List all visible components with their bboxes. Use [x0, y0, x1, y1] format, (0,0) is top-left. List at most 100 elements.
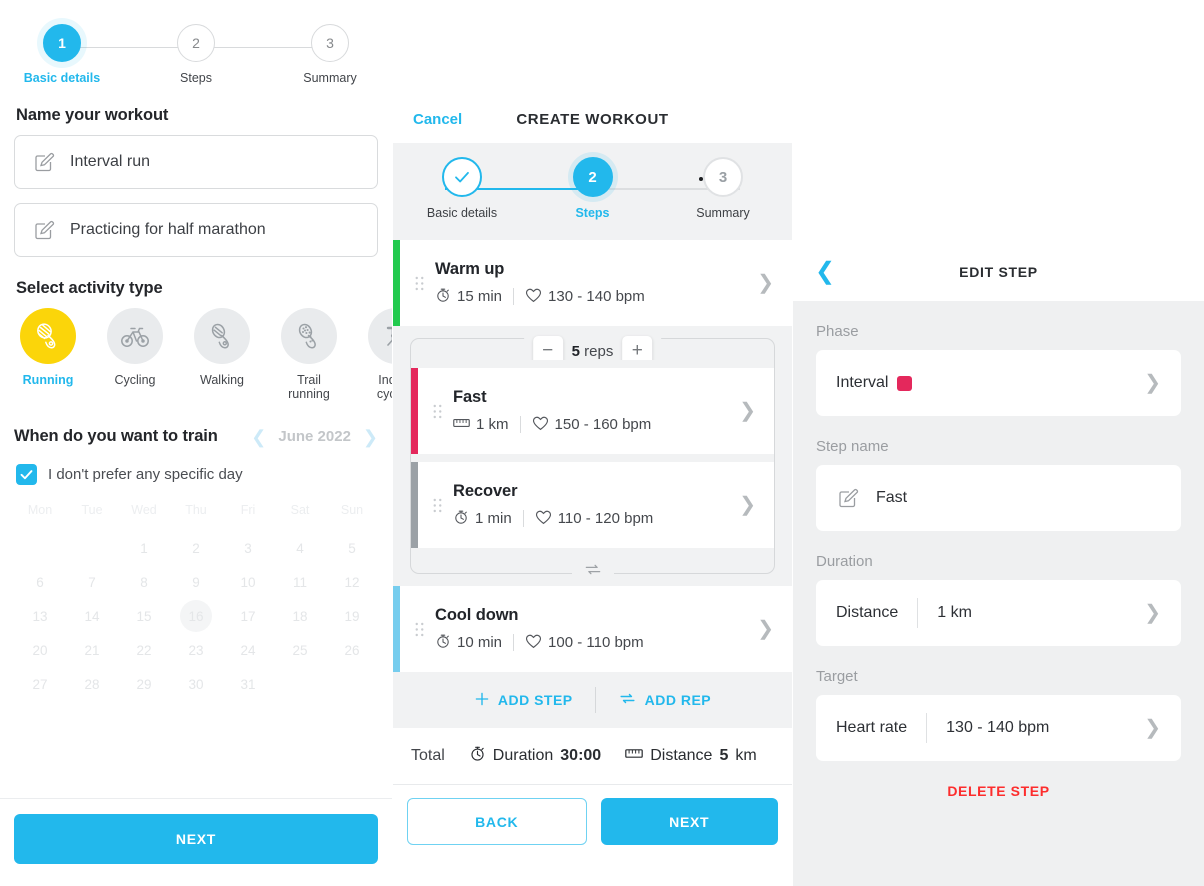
calendar-day[interactable]: 18	[274, 599, 326, 633]
step-row-fast[interactable]: Fast 1 km 150 - 160 bpm ❯	[411, 368, 774, 454]
chevron-right-icon[interactable]: ❯	[1144, 373, 1161, 393]
calendar-day[interactable]: 26	[326, 633, 378, 667]
drag-handle-icon[interactable]	[403, 621, 435, 638]
rep-group-outline-bottom	[410, 548, 775, 582]
step-duration-value: 10 min	[457, 634, 503, 651]
activity-running[interactable]: Running	[16, 308, 80, 401]
chevron-right-icon[interactable]: ❯	[1144, 718, 1161, 738]
workout-description-input[interactable]: Practicing for half marathon	[14, 203, 378, 257]
calendar-day[interactable]: 10	[222, 565, 274, 599]
delete-step-button[interactable]: DELETE STEP	[816, 783, 1181, 799]
stepper-step-basic-details[interactable]: Basic details	[412, 157, 512, 220]
stepper-step-steps[interactable]: 2 Steps	[543, 157, 643, 220]
calendar-day[interactable]: 31	[222, 667, 274, 701]
heart-icon	[525, 287, 542, 307]
calendar-day[interactable]: 8	[118, 565, 170, 599]
chevron-right-icon[interactable]: ❯	[739, 495, 756, 515]
total-label: Total	[411, 747, 445, 764]
calendar-day[interactable]: 2	[170, 531, 222, 565]
stepper-step-summary[interactable]: 3 Summary	[280, 24, 380, 85]
calendar-day[interactable]: 4	[274, 531, 326, 565]
target-label: Target	[816, 668, 858, 685]
step-row-recover[interactable]: Recover 1 min 110 - 120 bpm ❯	[411, 462, 774, 548]
step-row-cool-down[interactable]: Cool down 10 min 100 - 110 bpm ❯	[393, 586, 792, 672]
edit-step-header: ❮ EDIT STEP	[793, 243, 1204, 301]
calendar-day[interactable]: 1	[118, 531, 170, 565]
calendar-day[interactable]: 27	[14, 667, 66, 701]
heart-icon	[532, 415, 549, 435]
activity-walking[interactable]: Walking	[190, 308, 254, 401]
stepper-label-2: Steps	[180, 71, 212, 85]
chevron-right-icon[interactable]: ❯	[757, 273, 774, 293]
chevron-right-icon[interactable]: ❯	[757, 619, 774, 639]
calendar-day[interactable]: 6	[14, 565, 66, 599]
calendar-day[interactable]: 3	[222, 531, 274, 565]
stepper-step-summary[interactable]: 3 Summary	[673, 157, 773, 220]
calendar-day[interactable]: 19	[326, 599, 378, 633]
calendar-day[interactable]: 5	[326, 531, 378, 565]
calendar-day[interactable]: 15	[118, 599, 170, 633]
add-rep-button[interactable]: ADD REP	[596, 691, 734, 709]
cancel-button[interactable]: Cancel	[413, 111, 462, 128]
activity-trail-running[interactable]: Trail running	[277, 308, 341, 401]
phase-field[interactable]: Interval ❯	[816, 350, 1181, 416]
chevron-right-icon[interactable]: ❯	[363, 428, 378, 446]
drag-handle-icon[interactable]	[421, 403, 453, 420]
target-field[interactable]: Heart rate 130 - 140 bpm ❯	[816, 695, 1181, 761]
drag-handle-icon[interactable]	[403, 275, 435, 292]
calendar-day[interactable]: 11	[274, 565, 326, 599]
drag-handle-icon[interactable]	[421, 497, 453, 514]
stepper-step-steps[interactable]: 2 Steps	[146, 24, 246, 85]
no-day-preference-checkbox[interactable]	[16, 464, 37, 485]
calendar-day[interactable]: 12	[326, 565, 378, 599]
mid-panel-footer: BACK NEXT	[393, 784, 792, 867]
calendar-day[interactable]: 17	[222, 599, 274, 633]
calendar-dow: Sat	[290, 503, 310, 517]
next-button[interactable]: NEXT	[600, 798, 778, 845]
chevron-right-icon[interactable]: ❯	[739, 401, 756, 421]
add-step-button[interactable]: ADD STEP	[452, 691, 595, 710]
calendar-day[interactable]: 21	[66, 633, 118, 667]
calendar-day[interactable]: 13	[14, 599, 66, 633]
duration-field[interactable]: Distance 1 km ❯	[816, 580, 1181, 646]
total-distance-value: 5	[719, 747, 729, 764]
running-shoe-icon	[20, 308, 76, 364]
current-month-label: June 2022	[278, 428, 351, 445]
target-type: Heart rate	[836, 719, 908, 736]
calendar-day-number: 14	[84, 608, 100, 624]
calendar-day[interactable]: 30	[170, 667, 222, 701]
calendar-day-number: 3	[244, 540, 252, 556]
repeat-icon	[618, 691, 637, 709]
no-day-preference-row[interactable]: I don't prefer any specific day	[14, 464, 378, 485]
stepper-label-1: Basic details	[23, 71, 101, 85]
step-name-field[interactable]: Fast	[816, 465, 1181, 531]
phase-color-swatch	[897, 375, 913, 391]
left-wizard-stepper: 1 Basic details 2 Steps 3 Summary	[0, 0, 392, 96]
step-row-warm-up[interactable]: Warm up 15 min 130 - 140 bpm ❯	[393, 240, 792, 326]
calendar-day[interactable]: 25	[274, 633, 326, 667]
calendar-day[interactable]: 16	[170, 599, 222, 633]
stepper-circle-2: 2	[177, 24, 215, 62]
back-button[interactable]: BACK	[407, 798, 587, 845]
calendar-day[interactable]: 22	[118, 633, 170, 667]
chevron-left-icon[interactable]: ❮	[815, 260, 835, 284]
workout-name-input[interactable]: Interval run	[14, 135, 378, 189]
chevron-left-icon[interactable]: ❮	[251, 428, 266, 446]
activity-indoor-cycling[interactable]: Indoor cycling	[364, 308, 392, 401]
calendar-day[interactable]: 7	[66, 565, 118, 599]
calendar-day[interactable]: 14	[66, 599, 118, 633]
calendar-day[interactable]: 23	[170, 633, 222, 667]
rep-step-gap	[411, 454, 774, 462]
activity-label: Cycling	[114, 373, 156, 387]
stepper-step-basic-details[interactable]: 1 Basic details	[12, 24, 112, 85]
next-button[interactable]: NEXT	[14, 814, 378, 864]
calendar-day[interactable]: 20	[14, 633, 66, 667]
rep-group-footer	[393, 548, 792, 586]
activity-cycling[interactable]: Cycling	[103, 308, 167, 401]
calendar-day[interactable]: 28	[66, 667, 118, 701]
walking-shoe-icon	[194, 308, 250, 364]
chevron-right-icon[interactable]: ❯	[1144, 603, 1161, 623]
calendar-day[interactable]: 24	[222, 633, 274, 667]
calendar-day[interactable]: 9	[170, 565, 222, 599]
calendar-day[interactable]: 29	[118, 667, 170, 701]
